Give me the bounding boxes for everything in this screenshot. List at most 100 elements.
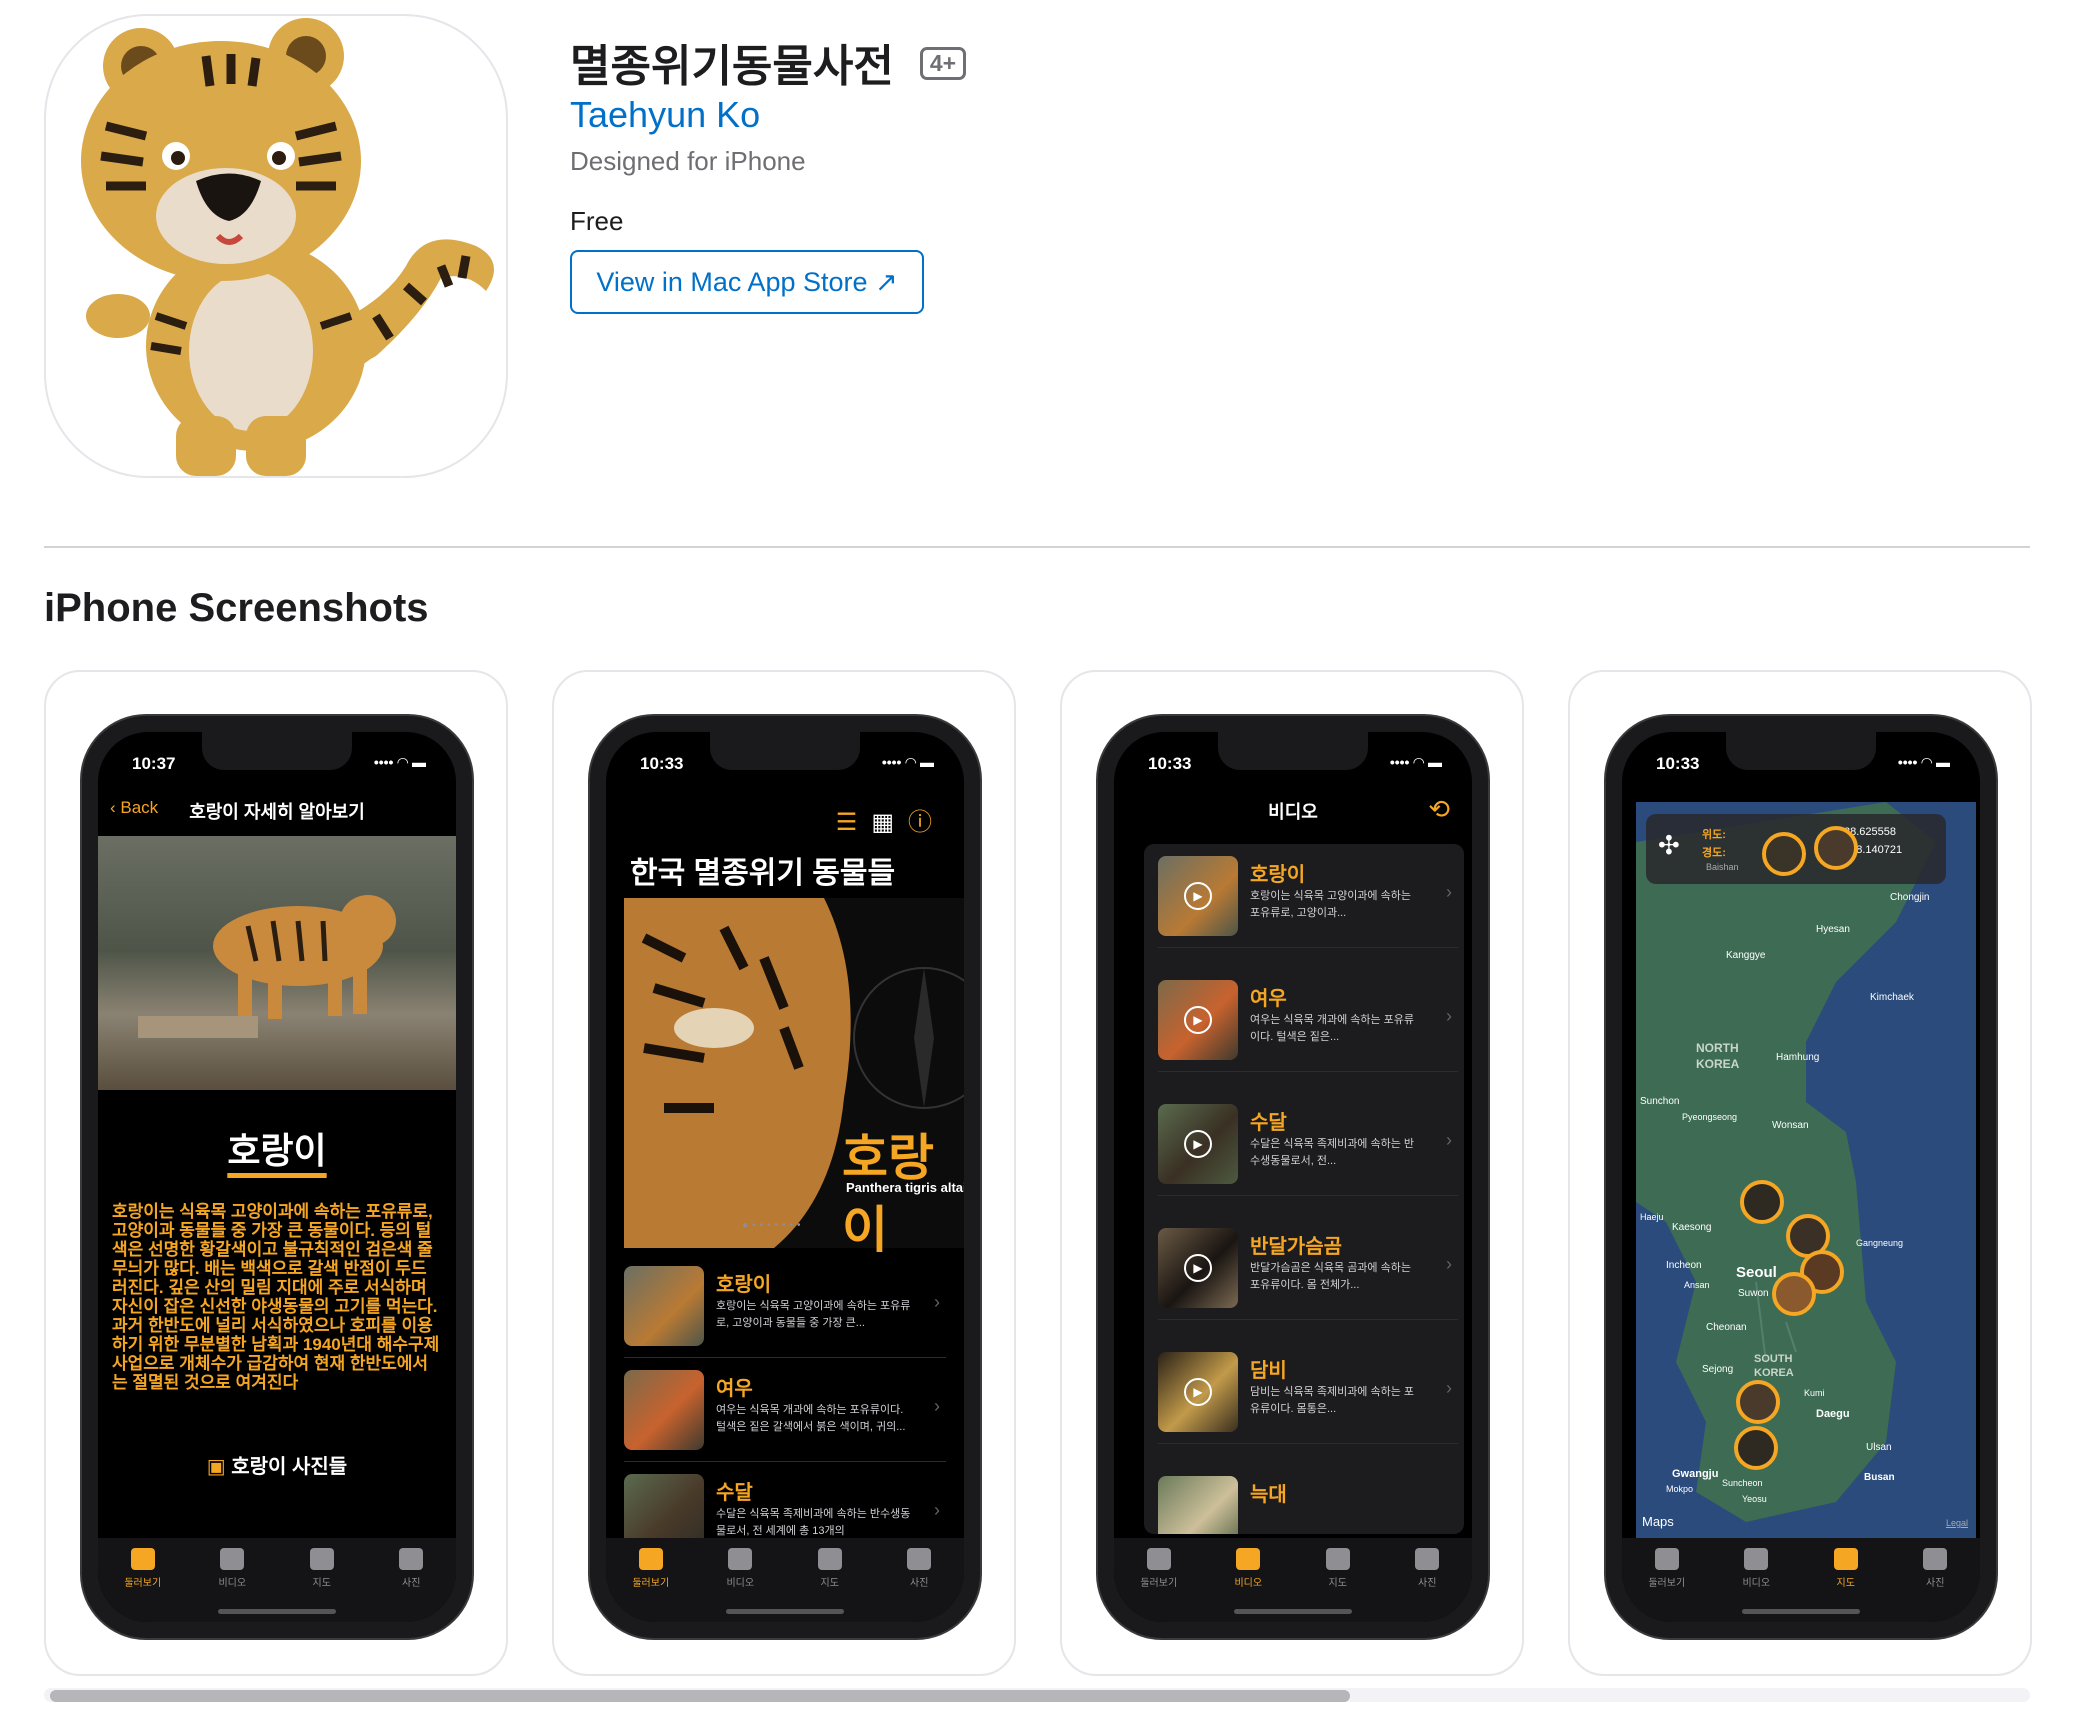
repeat-icon[interactable]: ⟲ [1428,794,1450,825]
view-in-mac-app-store-button[interactable]: View in Mac App Store ↗ [570,250,924,314]
map-icon [1833,1548,1858,1570]
tab-browse[interactable]: 둘러보기 [1129,1548,1189,1622]
animal-row[interactable]: 여우 여우는 식육목 개과에 속하는 포유류이다. 털색은 짙은 갈색에서 붉은… [624,1358,946,1462]
notch [1218,732,1368,770]
video-row[interactable]: ▶ 반달가슴곰 반달가슴곰은 식육목 곰과에 속하는 포유류이다. 몸 전체가.… [1158,1216,1458,1320]
video-row[interactable]: 늑대 [1158,1464,1458,1534]
animal-map-pin[interactable] [1734,1426,1778,1470]
page-dots[interactable]: ●••••••• [742,1220,805,1231]
map-label: Baishan [1706,862,1739,872]
info-icon[interactable]: ⓘ [908,809,946,836]
video-row[interactable]: ▶ 수달 수달은 식육목 족제비과에 속하는 반수생동물로서, 전... › [1158,1092,1458,1196]
tab-browse[interactable]: 둘러보기 [113,1548,173,1622]
map-label: Cheonan [1706,1322,1747,1333]
signal-wifi-battery-icon: •••• ◠ ▬ [1897,754,1950,770]
row-thumbnail [624,1266,704,1346]
tab-label: 사진 [1418,1578,1437,1589]
notch [202,732,352,770]
map-label: Hamhung [1776,1052,1820,1063]
screenshot-card-4[interactable]: 10:33 •••• ◠ ▬ ✣ 위도: 경도: 38.625558 128.1… [1568,670,2032,1676]
tab-browse[interactable]: 둘러보기 [621,1548,681,1622]
scrollbar-thumb[interactable] [50,1690,1350,1702]
tab-photos[interactable]: 사진 [1397,1548,1457,1622]
tab-photos[interactable]: 사진 [381,1548,441,1622]
grid-icon [130,1548,155,1570]
tab-photos[interactable]: 사진 [1905,1548,1965,1622]
hero-card[interactable]: 호랑이 Panthera tigris altaica ●••••••• [624,898,964,1258]
animal-map-pin[interactable] [1772,1272,1816,1316]
animal-map-pin[interactable] [1762,832,1806,876]
row-description: 반달가슴곰은 식육목 곰과에 속하는 포유류이다. 몸 전체가... [1250,1262,1411,1291]
row-description: 여우는 식육목 개과에 속하는 포유류이다. 털색은 짙은 갈색에서 붉은 색이… [716,1404,906,1433]
row-description: 수달은 식육목 족제비과에 속하는 반수생동물로서, 전... [1250,1138,1415,1167]
notch [1726,732,1876,770]
hero-scientific-name: Panthera tigris altaica [846,1180,964,1195]
map-label: Incheon [1666,1260,1702,1271]
video-list: ▶ 호랑이 호랑이는 식육목 고양이과에 속하는 포유류로, 고양이과... ›… [1144,844,1464,1534]
phone-screen: 10:33 •••• ◠ ▬ ☰▦ⓘ 한국 멸종위기 동물들 호랑이 Panth… [606,732,964,1622]
nav-title: 호랑이 자세히 알아보기 [189,802,365,822]
chevron-right-icon: › [1446,1130,1452,1150]
section-title: iPhone Screenshots [44,586,429,630]
animal-map-pin[interactable] [1814,826,1858,870]
tab-label: 둘러보기 [124,1578,162,1589]
home-indicator [218,1609,336,1614]
map-label: Sejong [1702,1364,1734,1375]
screenshot-card-1[interactable]: 10:37 •••• ◠ ▬ ‹ Back 호랑이 자세히 알아보기 호랑이 호… [44,670,508,1676]
map-label: Seoul [1736,1264,1777,1281]
status-time: 10:33 [640,754,684,773]
video-row[interactable]: ▶ 호랑이 호랑이는 식육목 고양이과에 속하는 포유류로, 고양이과... › [1158,844,1458,948]
map-label: Busan [1864,1472,1895,1483]
developer-link[interactable]: Taehyun Ko [570,94,760,136]
video-row[interactable]: ▶ 여우 여우는 식육목 개과에 속하는 포유류이다. 털색은 짙은... › [1158,968,1458,1072]
animal-map-pin[interactable] [1740,1180,1784,1224]
map-label: Kumi [1804,1388,1825,1398]
list-icon[interactable]: ☰ [836,809,872,836]
app-title-text: 멸종위기동물사전 [570,42,894,91]
toolbar-icons: ☰▦ⓘ [836,802,946,837]
screenshot-card-2[interactable]: 10:33 •••• ◠ ▬ ☰▦ⓘ 한국 멸종위기 동물들 호랑이 Panth… [552,670,1016,1676]
maps-credit: Maps [1642,1514,1674,1529]
grid-icon[interactable]: ▦ [871,809,908,836]
animal-map-pin[interactable] [1736,1380,1780,1424]
tab-photos[interactable]: 사진 [889,1548,949,1622]
tab-label: 둘러보기 [632,1578,670,1589]
legal-link[interactable]: Legal [1946,1518,1968,1528]
tab-label: 사진 [910,1578,929,1589]
row-title: 수달 [716,1482,753,1504]
map-label: Suwon [1738,1288,1769,1299]
tab-browse[interactable]: 둘러보기 [1637,1548,1697,1622]
app-header: 멸종위기동물사전 4+ Taehyun Ko Designed for iPhon… [0,0,2082,530]
video-row[interactable]: ▶ 담비 담비는 식육목 족제비과에 속하는 포유류이다. 몸통은... › [1158,1340,1458,1444]
phone-screen: 10:37 •••• ◠ ▬ ‹ Back 호랑이 자세히 알아보기 호랑이 호… [98,732,456,1622]
play-circle-icon: ▶ [1184,1006,1212,1034]
tab-label: 비디오 [218,1578,247,1589]
status-time: 10:33 [1148,754,1192,773]
play-icon [1744,1548,1769,1570]
chevron-right-icon: › [1446,882,1452,902]
map-label: Kimchaek [1870,992,1914,1003]
map-label: Sunchon [1640,1096,1680,1107]
tab-label: 지도 [312,1578,331,1589]
animal-name-heading: 호랑이 [227,1130,327,1171]
tab-label: 비디오 [726,1578,755,1589]
map-view[interactable]: ✣ 위도: 경도: 38.625558 128.140721 Baishan C… [1636,802,1976,1542]
horizontal-scrollbar[interactable] [44,1688,2030,1702]
chevron-right-icon: › [934,1292,940,1312]
phone-frame: 10:37 •••• ◠ ▬ ‹ Back 호랑이 자세히 알아보기 호랑이 호… [82,716,472,1638]
row-title: 담비 [1250,1360,1287,1382]
home-indicator [1742,1609,1860,1614]
designed-for-label: Designed for iPhone [570,146,806,176]
screenshot-card-3[interactable]: 10:33 •••• ◠ ▬ 비디오 ⟲ ▶ 호랑이 호랑이는 식육목 고양이과… [1060,670,1524,1676]
photos-link[interactable]: ▣ 호랑이 사진들 [98,1450,456,1479]
map-label: Ansan [1684,1280,1710,1290]
map-label: Suncheon [1722,1478,1763,1488]
map-label: Mokpo [1666,1484,1694,1494]
animal-row[interactable]: 호랑이 호랑이는 식육목 고양이과에 속하는 포유류로, 고양이과 동물들 중 … [624,1254,946,1358]
nav-title: 비디오 [1268,802,1318,822]
map-label: Gangneung [1856,1238,1904,1248]
home-indicator [726,1609,844,1614]
chevron-right-icon: › [1446,1006,1452,1026]
tab-label: 비디오 [1742,1578,1771,1589]
map-label: Wonsan [1772,1120,1809,1131]
